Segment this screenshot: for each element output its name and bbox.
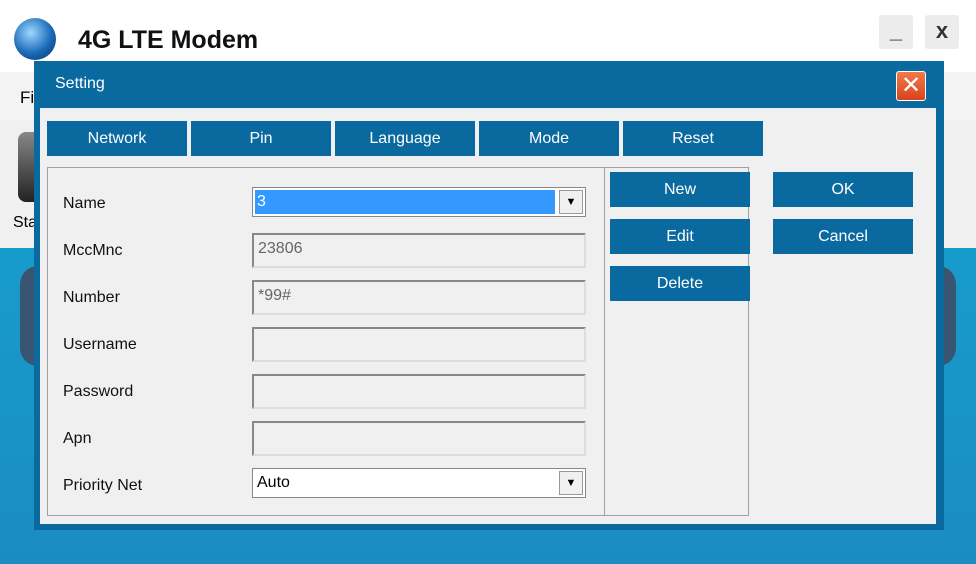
network-panel: Name 3 ▼ MccMnc 23806 Number *99# Usernam… xyxy=(47,167,750,516)
ok-button[interactable]: OK xyxy=(773,172,913,207)
apn-label: Apn xyxy=(63,430,92,447)
mccmnc-field[interactable]: 23806 xyxy=(252,233,586,268)
name-select[interactable]: 3 ▼ xyxy=(252,187,586,217)
username-field[interactable] xyxy=(252,327,586,362)
tab-language[interactable]: Language xyxy=(335,121,475,156)
tab-network[interactable]: Network xyxy=(47,121,187,156)
delete-button[interactable]: Delete xyxy=(610,266,750,301)
setting-dialog: Setting ✕ Network Pin Language Mode Rese… xyxy=(34,61,944,530)
chevron-down-icon[interactable]: ▼ xyxy=(559,471,583,495)
dialog-close-icon[interactable]: ✕ xyxy=(896,71,926,101)
app-title: 4G LTE Modem xyxy=(78,26,259,54)
minimize-button[interactable]: _ xyxy=(879,15,913,49)
tab-mode[interactable]: Mode xyxy=(479,121,619,156)
edit-button[interactable]: Edit xyxy=(610,219,750,254)
priority-net-select[interactable]: Auto ▼ xyxy=(252,468,586,498)
globe-logo-icon xyxy=(14,18,56,60)
number-label: Number xyxy=(63,289,120,306)
menu-file[interactable]: Fi xyxy=(20,88,34,108)
password-label: Password xyxy=(63,383,134,400)
close-app-button[interactable]: x xyxy=(925,15,959,49)
tab-pin[interactable]: Pin xyxy=(191,121,331,156)
number-field[interactable]: *99# xyxy=(252,280,586,315)
new-button[interactable]: New xyxy=(610,172,750,207)
name-value: 3 xyxy=(255,190,555,214)
username-label: Username xyxy=(63,336,137,353)
priority-net-value: Auto xyxy=(257,474,290,491)
tab-reset[interactable]: Reset xyxy=(623,121,763,156)
mccmnc-label: MccMnc xyxy=(63,242,123,259)
name-label: Name xyxy=(63,195,106,212)
dialog-body: Network Pin Language Mode Reset Name 3 ▼ … xyxy=(40,108,936,524)
divider xyxy=(604,168,605,515)
chevron-down-icon[interactable]: ▼ xyxy=(559,190,583,214)
apn-field[interactable] xyxy=(252,421,586,456)
cancel-button[interactable]: Cancel xyxy=(773,219,913,254)
password-field[interactable] xyxy=(252,374,586,409)
dialog-title: Setting xyxy=(55,75,105,92)
priority-net-label: Priority Net xyxy=(63,477,143,494)
